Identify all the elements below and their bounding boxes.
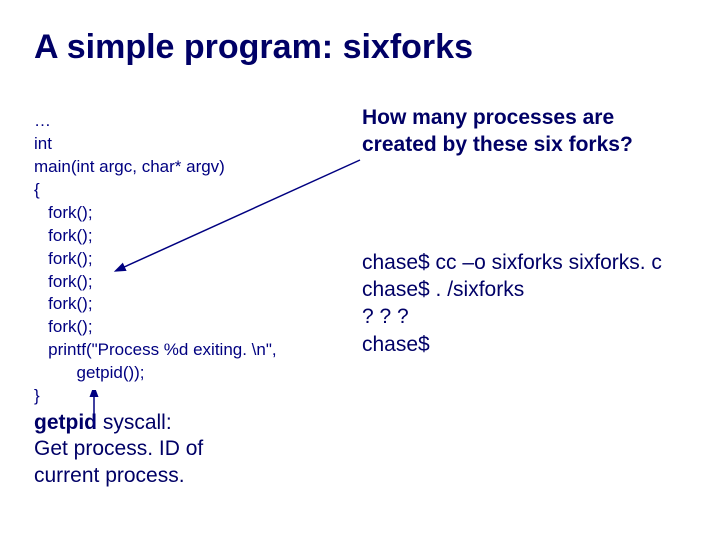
terminal-block: chase$ cc –o sixforks sixforks. c chase$…: [362, 249, 686, 358]
code-line: main(int argc, char* argv): [34, 157, 225, 176]
slide: A simple program: sixforks … int main(in…: [0, 0, 720, 540]
code-line: fork();: [34, 203, 93, 222]
code-line: fork();: [34, 226, 93, 245]
terminal-line: ? ? ?: [362, 305, 409, 328]
getpid-text-line: Get process. ID of: [34, 437, 203, 460]
question-line: created by these six forks?: [362, 133, 633, 156]
code-line: int: [34, 134, 52, 153]
code-line: getpid());: [34, 363, 145, 382]
terminal-line: chase$: [362, 333, 430, 356]
code-line: fork();: [34, 294, 93, 313]
left-column: … int main(int argc, char* argv) { fork(…: [34, 87, 344, 489]
terminal-line: chase$ . /sixforks: [362, 278, 524, 301]
code-line: fork();: [34, 272, 93, 291]
getpid-text-line: current process.: [34, 464, 185, 487]
code-line: …: [34, 111, 51, 130]
code-line: fork();: [34, 249, 93, 268]
code-line: }: [34, 386, 40, 405]
slide-title: A simple program: sixforks: [34, 28, 686, 67]
code-line: printf("Process %d exiting. \n",: [34, 340, 277, 359]
content-columns: … int main(int argc, char* argv) { fork(…: [34, 87, 686, 489]
question-line: How many processes are: [362, 106, 614, 129]
code-line: {: [34, 180, 40, 199]
terminal-line: chase$ cc –o sixforks sixforks. c: [362, 251, 662, 274]
question-block: How many processes are created by these …: [362, 105, 686, 159]
getpid-keyword: getpid: [34, 411, 97, 434]
getpid-annotation: getpid syscall: Get process. ID of curre…: [34, 410, 344, 489]
code-block: … int main(int argc, char* argv) { fork(…: [34, 87, 344, 408]
getpid-text: syscall:: [97, 411, 172, 434]
right-column: How many processes are created by these …: [362, 87, 686, 489]
code-line: fork();: [34, 317, 93, 336]
